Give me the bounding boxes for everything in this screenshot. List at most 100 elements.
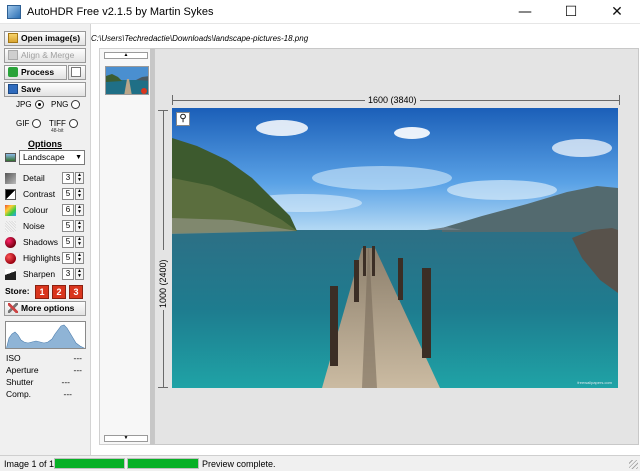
preset-value: Landscape xyxy=(23,152,65,162)
exif-shutter: Shutter --- xyxy=(6,377,82,387)
progress-bar-1 xyxy=(54,458,125,469)
slider-row-sharpen: Sharpen 3 ▲ ▼ xyxy=(5,268,87,281)
thumbnail-image[interactable] xyxy=(105,66,149,95)
maximize-button[interactable]: ☐ xyxy=(548,0,594,24)
colour-value[interactable]: 6 xyxy=(62,204,74,216)
exif-iso: ISO --- xyxy=(6,353,82,363)
save-label: Save xyxy=(21,84,41,94)
slider-row-shadows: Shadows 5 ▲ ▼ xyxy=(5,236,87,249)
open-images-label: Open image(s) xyxy=(21,33,81,43)
store-slot-2-button[interactable]: 2 xyxy=(52,285,66,299)
contrast-label: Contrast xyxy=(23,189,56,199)
format-jpg-label: JPG xyxy=(16,100,32,109)
slider-row-highlights: Highlights 5 ▲ ▼ xyxy=(5,252,87,265)
shadows-icon xyxy=(5,237,16,248)
progress-bar-2 xyxy=(127,458,199,469)
format-tiff-radio[interactable] xyxy=(68,119,78,128)
resize-grip-icon[interactable] xyxy=(629,460,638,469)
sharpen-label: Sharpen xyxy=(23,269,56,279)
slider-row-colour: Colour 6 ▲ ▼ xyxy=(5,204,87,217)
save-button[interactable]: Save xyxy=(4,82,86,97)
width-dimension-label: 1600 (3840) xyxy=(365,95,420,105)
image-watermark: freewallpapers.com xyxy=(577,380,612,385)
histogram-chart xyxy=(6,324,85,348)
slider-row-noise: Noise 5 ▲ ▼ xyxy=(5,220,87,233)
options-heading: Options xyxy=(28,139,62,149)
zoom-magnifier-icon[interactable]: ⚲ xyxy=(176,112,190,126)
format-gif[interactable]: GIF xyxy=(16,119,42,128)
align-icon xyxy=(8,50,18,60)
status-bar: Image 1 of 1 Preview complete. xyxy=(0,455,640,471)
noise-label: Noise xyxy=(23,221,45,231)
noise-icon xyxy=(5,221,16,232)
exif-comp: Comp. --- xyxy=(6,389,82,399)
width-dimension-tick-right xyxy=(619,95,620,105)
save-icon xyxy=(8,84,18,94)
sharpen-spinner[interactable]: ▲ ▼ xyxy=(75,268,84,280)
format-png-radio[interactable] xyxy=(71,100,81,109)
more-options-button[interactable]: More options xyxy=(4,301,86,316)
batch-button[interactable] xyxy=(68,65,86,80)
colour-spinner[interactable]: ▲ ▼ xyxy=(75,204,84,216)
process-label: Process xyxy=(21,67,55,77)
noise-value[interactable]: 5 xyxy=(62,220,74,232)
height-dimension-line xyxy=(163,110,164,388)
exif-shutter-label: Shutter xyxy=(6,377,34,387)
preset-select[interactable]: Landscape ▼ xyxy=(19,150,85,165)
thumbs-scroll-up-button[interactable]: ▲ xyxy=(104,52,148,59)
slider-row-detail: Detail 3 ▲ ▼ xyxy=(5,172,87,185)
store-slot-3-button[interactable]: 3 xyxy=(69,285,83,299)
sharpen-value[interactable]: 3 xyxy=(62,268,74,280)
shadows-label: Shadows xyxy=(23,237,58,247)
detail-spinner[interactable]: ▲ ▼ xyxy=(75,172,84,184)
colour-label: Colour xyxy=(23,205,49,215)
contrast-value[interactable]: 5 xyxy=(62,188,74,200)
format-gif-label: GIF xyxy=(16,119,30,128)
preview-landscape-picture: freewallpapers.com xyxy=(172,108,618,388)
folder-icon xyxy=(8,33,18,43)
height-dimension-box: 1000 (2400) xyxy=(158,250,170,310)
highlights-spinner[interactable]: ▲ ▼ xyxy=(75,252,84,264)
process-arrow-icon xyxy=(8,67,18,77)
align-merge-button[interactable]: Align & Merge xyxy=(4,48,86,63)
shadows-value[interactable]: 5 xyxy=(62,236,74,248)
control-panel: Open image(s) Align & Merge Process Save… xyxy=(0,24,91,455)
histogram xyxy=(5,321,86,349)
exif-aperture-label: Aperture xyxy=(6,365,39,375)
file-path: C:\Users\Techredactie\Downloads\landscap… xyxy=(91,34,309,43)
store-slot-1-button[interactable]: 1 xyxy=(35,285,49,299)
exif-iso-label: ISO xyxy=(6,353,21,363)
shadows-spinner[interactable]: ▲ ▼ xyxy=(75,236,84,248)
window-title: AutoHDR Free v2.1.5 by Martin Sykes xyxy=(27,6,214,18)
process-button[interactable]: Process xyxy=(4,65,67,80)
format-png[interactable]: PNG xyxy=(51,100,81,109)
format-tiff[interactable]: TIFF xyxy=(49,119,78,128)
batch-icon xyxy=(71,67,81,77)
status-message: Preview complete. xyxy=(202,459,276,469)
path-bar: C:\Users\Techredactie\Downloads\landscap… xyxy=(91,24,640,48)
slider-row-contrast: Contrast 5 ▲ ▼ xyxy=(5,188,87,201)
tiff-bitdepth-note: 48-bit xyxy=(51,128,64,134)
chevron-down-icon: ▼ xyxy=(75,154,82,161)
thumbs-scroll-down-button[interactable]: ▼ xyxy=(104,435,148,442)
exif-comp-value: --- xyxy=(63,389,73,399)
highlights-value[interactable]: 5 xyxy=(62,252,74,264)
thumbnail-strip: ▲ ▼ xyxy=(99,48,151,445)
exif-comp-label: Comp. xyxy=(6,389,32,399)
noise-spinner[interactable]: ▲ ▼ xyxy=(75,220,84,232)
exif-shutter-value: --- xyxy=(61,377,71,387)
colour-icon xyxy=(5,205,16,216)
format-png-label: PNG xyxy=(51,100,69,109)
format-gif-radio[interactable] xyxy=(32,119,42,128)
format-jpg[interactable]: JPG xyxy=(16,100,44,109)
detail-value[interactable]: 3 xyxy=(62,172,74,184)
exif-iso-value: --- xyxy=(73,353,83,363)
contrast-spinner[interactable]: ▲ ▼ xyxy=(75,188,84,200)
open-images-button[interactable]: Open image(s) xyxy=(4,31,86,46)
format-tiff-label: TIFF xyxy=(49,119,66,128)
preview-image[interactable]: freewallpapers.com xyxy=(172,108,618,388)
close-button[interactable]: ✕ xyxy=(594,0,640,24)
format-jpg-radio[interactable] xyxy=(34,100,44,109)
align-merge-label: Align & Merge xyxy=(21,50,75,60)
minimize-button[interactable]: — xyxy=(502,0,548,24)
